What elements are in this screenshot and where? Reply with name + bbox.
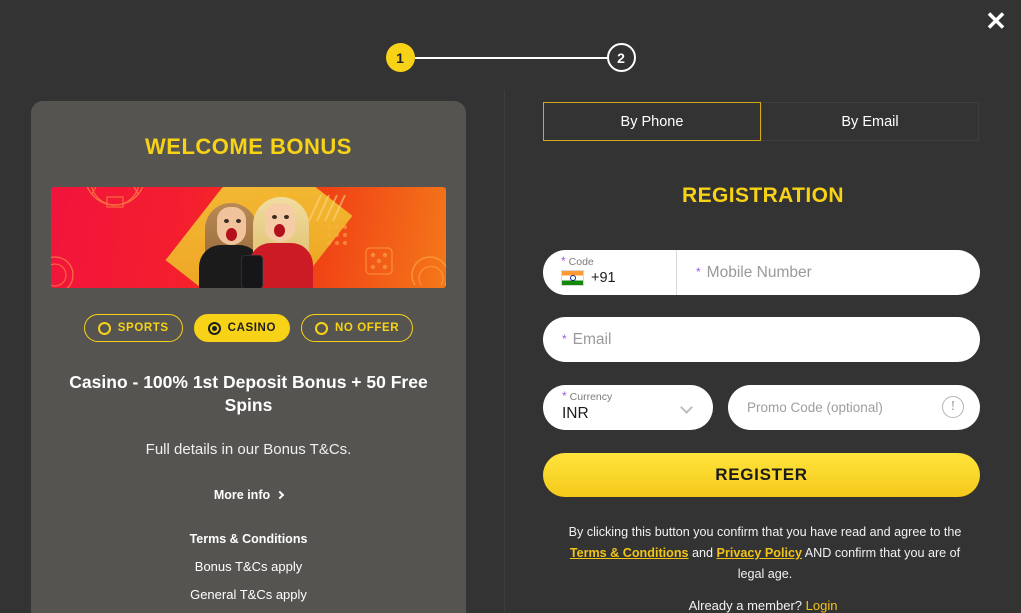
offer-selector: SPORTS CASINO NO OFFER <box>51 314 446 342</box>
login-link[interactable]: Login <box>806 598 838 613</box>
progress-stepper: 1 2 <box>0 43 1021 72</box>
more-info-link[interactable]: More info <box>51 488 446 502</box>
offer-chip-sports[interactable]: SPORTS <box>83 314 183 342</box>
horseshoe-outline-icon <box>411 256 446 286</box>
offer-chip-label: SPORTS <box>117 322 169 334</box>
email-input[interactable]: * Email <box>543 317 980 362</box>
promo-code-placeholder: Promo Code (optional) <box>747 400 883 415</box>
dice-outline-icon <box>365 247 393 275</box>
login-prompt: Already a member? Login <box>505 598 1021 613</box>
offer-chip-casino[interactable]: CASINO <box>193 314 290 342</box>
currency-label-wrap: * Currency <box>562 389 713 403</box>
offer-chip-label: CASINO <box>227 322 276 334</box>
currency-select[interactable]: * Currency INR <box>543 385 713 430</box>
country-code-select[interactable]: * Code +91 <box>543 250 677 295</box>
country-code-label-wrap: * Code <box>561 254 676 268</box>
login-prompt-text: Already a member? <box>688 598 806 613</box>
promo-banner-image <box>51 187 446 288</box>
chevron-right-icon <box>275 490 285 499</box>
bonus-headline: Casino - 100% 1st Deposit Bonus + 50 Fre… <box>69 372 428 415</box>
legal-disclaimer: By clicking this button you confirm that… <box>565 522 965 585</box>
required-star-icon: * <box>561 254 566 268</box>
step-2[interactable]: 2 <box>606 43 636 72</box>
register-button[interactable]: REGISTER <box>543 453 980 497</box>
email-placeholder: Email <box>572 330 612 348</box>
terms-title: Terms & Conditions <box>189 531 308 546</box>
terms-block: Terms & Conditions Bonus T&Cs apply Gene… <box>51 532 446 602</box>
chip-outline-icon <box>86 187 144 208</box>
info-exclamation-icon[interactable]: ! <box>942 396 964 418</box>
registration-title: REGISTRATION <box>682 184 844 207</box>
registration-method-tabs: By Phone By Email <box>543 102 979 141</box>
required-star-icon: * <box>562 389 567 403</box>
promo-title: WELCOME BONUS <box>145 134 352 159</box>
modal-body: WELCOME BONUS SPORTS CASINO NO OFFER Cas… <box>0 90 1021 613</box>
radio-selected-icon <box>207 321 221 335</box>
required-star-icon: * <box>562 332 567 346</box>
disclaimer-conjunction: and <box>688 546 717 560</box>
email-field-group: * Email <box>543 317 980 362</box>
mobile-number-input[interactable]: * Mobile Number <box>677 250 980 295</box>
terms-conditions-link[interactable]: Terms & Conditions <box>570 546 689 560</box>
phone-field-group: * Code +91 * Mobile Number <box>543 250 980 295</box>
mobile-number-placeholder: Mobile Number <box>706 263 812 281</box>
required-star-icon: * <box>696 265 701 279</box>
country-code-value: +91 <box>591 270 616 286</box>
country-code-label: Code <box>568 256 594 268</box>
currency-label: Currency <box>569 391 613 403</box>
circle-outline-icon <box>51 256 74 288</box>
disclaimer-part1: By clicking this button you confirm that… <box>568 525 962 539</box>
offer-chip-no-offer[interactable]: NO OFFER <box>301 314 414 342</box>
general-terms-link[interactable]: General T&Cs apply <box>51 587 446 602</box>
step-1[interactable]: 1 <box>385 43 415 72</box>
tab-by-email[interactable]: By Email <box>761 102 979 141</box>
tab-by-phone[interactable]: By Phone <box>543 102 761 141</box>
promo-code-input[interactable]: Promo Code (optional) ! <box>728 385 980 430</box>
radio-icon <box>97 321 111 335</box>
bonus-subtext: Full details in our Bonus T&Cs. <box>145 440 352 458</box>
bonus-terms-link[interactable]: Bonus T&Cs apply <box>51 559 446 574</box>
registration-modal: ✕ 1 2 WELCOME BONUS SPORTS CASINO NO OFF… <box>0 0 1021 613</box>
india-flag-icon <box>561 270 584 286</box>
stepper-connector <box>414 56 607 59</box>
country-code-value-wrap: +91 <box>561 270 676 286</box>
radio-icon <box>315 321 328 335</box>
promo-column: WELCOME BONUS SPORTS CASINO NO OFFER Cas… <box>0 90 505 613</box>
more-info-label: More info <box>213 487 271 502</box>
privacy-policy-link[interactable]: Privacy Policy <box>717 546 802 560</box>
welcome-bonus-panel: WELCOME BONUS SPORTS CASINO NO OFFER Cas… <box>31 101 466 613</box>
registration-column: By Phone By Email REGISTRATION * Code +9… <box>505 90 1021 613</box>
currency-promo-group: * Currency INR Promo Code (optional) ! <box>543 385 980 430</box>
banner-models <box>191 193 326 288</box>
dots-decoration-icon <box>326 224 348 246</box>
offer-chip-label: NO OFFER <box>335 322 400 334</box>
close-icon[interactable]: ✕ <box>979 4 1013 38</box>
